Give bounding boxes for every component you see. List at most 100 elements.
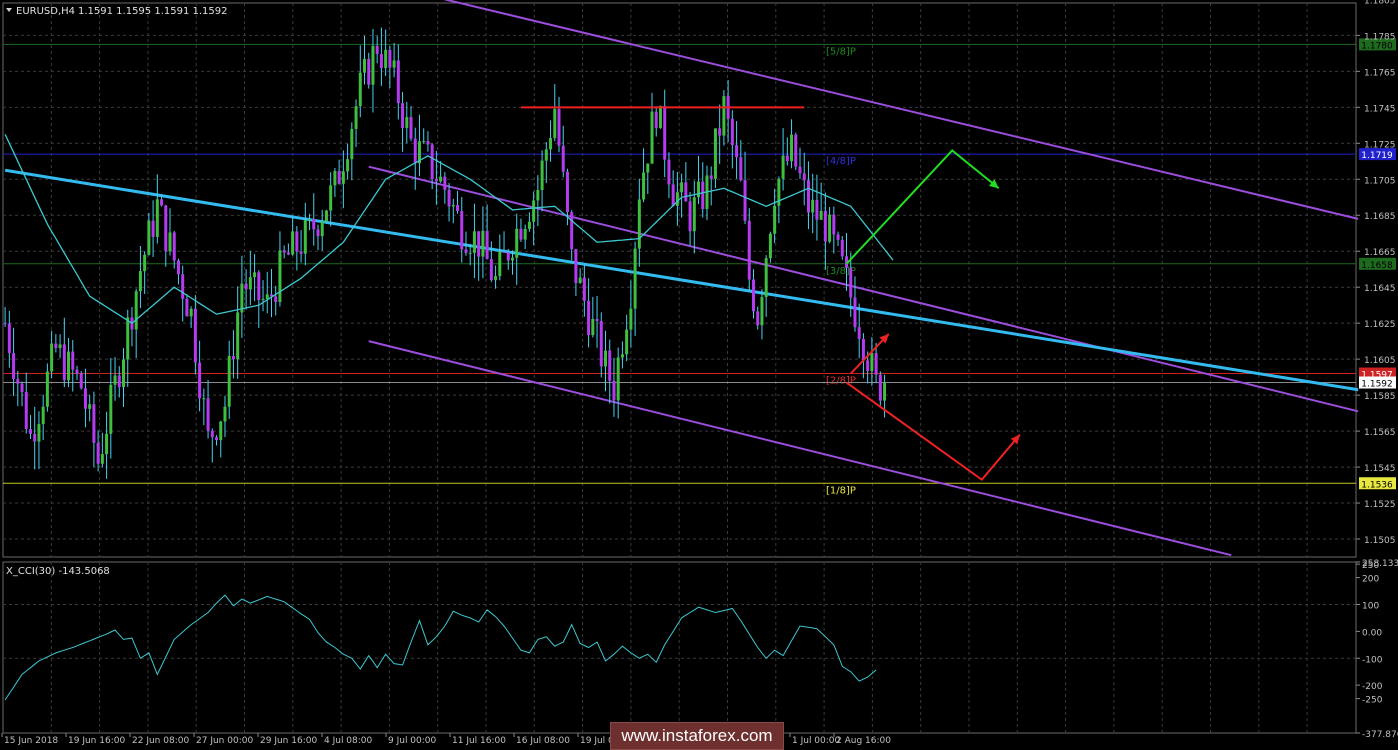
candle-bear — [595, 318, 599, 322]
candle-bull — [544, 149, 548, 161]
chart-header[interactable]: EURUSD,H4 1.1591 1.1595 1.1591 1.1592 — [6, 6, 228, 17]
level-label: [4/8]P — [826, 156, 856, 167]
candle-bull — [781, 155, 785, 179]
candle-bear — [802, 173, 806, 181]
price-tick-label: 1.1785 — [1364, 32, 1396, 42]
candle-bear — [874, 353, 878, 375]
candle-bull — [67, 351, 71, 381]
candle-bull — [384, 49, 388, 69]
candle-bull — [468, 252, 472, 254]
candle-bear — [282, 250, 286, 253]
candle-bull — [625, 329, 629, 355]
level-label: [1/8]P — [826, 485, 856, 496]
candle-bull — [155, 199, 159, 237]
candle-bull — [523, 228, 527, 240]
candle-bear — [849, 267, 853, 298]
candle-bear — [316, 229, 320, 237]
candle-bear — [24, 391, 28, 430]
candle-bear — [756, 311, 760, 326]
price-tick-label: 1.1645 — [1364, 284, 1396, 294]
candle-bull — [540, 160, 544, 190]
price-tick-label: 1.1705 — [1364, 176, 1396, 186]
candle-bear — [718, 128, 722, 136]
candle-bull — [50, 343, 54, 372]
candle-bull — [527, 221, 531, 229]
candle-bear — [75, 369, 79, 374]
candle-bear — [33, 433, 37, 442]
candle-bear — [181, 274, 185, 299]
candle-bull — [451, 205, 455, 207]
candle-bear — [176, 260, 180, 275]
candle-bear — [654, 111, 658, 129]
candle-bear — [274, 296, 278, 303]
price-tick-label: 1.1685 — [1364, 212, 1396, 222]
candle-bear — [608, 350, 612, 381]
candle-bull — [481, 230, 485, 257]
candle-bull — [134, 291, 138, 330]
candle-bull — [278, 250, 282, 303]
candle-bull — [147, 220, 151, 255]
candle-bull — [620, 354, 624, 358]
candle-bull — [168, 232, 172, 252]
candle-bear — [832, 214, 836, 235]
candle-bear — [164, 205, 168, 252]
cci-tick-label: 0.00 — [1362, 628, 1382, 638]
candle-bear — [443, 176, 447, 190]
candle-bear — [735, 145, 739, 158]
candle-bull — [549, 138, 553, 150]
candle-bear — [747, 220, 751, 280]
candle-bear — [823, 210, 827, 242]
candle-bull — [265, 294, 269, 299]
candle-bear — [96, 442, 100, 464]
candle-bear — [413, 138, 417, 164]
candle-bear — [3, 323, 7, 325]
candle-bull — [633, 248, 637, 309]
candle-bear — [83, 388, 87, 409]
candle-bear — [460, 210, 464, 250]
candle-bull — [143, 254, 147, 272]
candle-bull — [764, 258, 768, 298]
candle-bull — [202, 398, 206, 400]
candle-bull — [354, 106, 358, 130]
candle-bull — [363, 58, 367, 73]
candle-bear — [210, 430, 214, 438]
candle-bear — [434, 179, 438, 182]
candle-bear — [396, 60, 400, 104]
candle-bear — [92, 404, 96, 443]
candle-bear — [840, 239, 844, 257]
candle-bear — [582, 277, 586, 301]
candle-bear — [367, 58, 371, 85]
candle-bear — [79, 373, 83, 389]
chart-canvas: [5/8]P 1.1780[4/8]P 1.1719[3/8]P 1.1658[2/8… — [0, 0, 1398, 750]
candle-bull — [883, 382, 887, 401]
time-tick-label: 19 Jun 16:00 — [68, 736, 125, 746]
candle-bear — [506, 252, 510, 261]
candle-bear — [172, 232, 176, 261]
candle-bear — [71, 351, 75, 370]
candle-bull — [41, 406, 45, 425]
candle-bull — [329, 185, 333, 211]
cci-tick-label: 250 — [1362, 561, 1379, 571]
candle-bear — [206, 398, 210, 431]
candle-bear — [485, 230, 489, 259]
candle-bear — [688, 201, 692, 232]
candle-bull — [629, 308, 633, 330]
price-tick-label: 1.1585 — [1364, 392, 1396, 402]
candle-bear — [857, 327, 861, 339]
candle-bear — [295, 231, 299, 252]
candle-bear — [477, 231, 481, 257]
candle-bull — [422, 141, 426, 143]
candle-bear — [54, 343, 58, 349]
candle-bull — [472, 231, 476, 253]
time-tick-label: 11 Jul 16:00 — [452, 736, 506, 746]
candle-bear — [853, 297, 857, 328]
cci-tick-label: -200 — [1362, 682, 1383, 692]
candle-bear — [401, 103, 405, 129]
candle-bear — [561, 145, 565, 172]
candle-bull — [248, 277, 252, 290]
candle-bear — [709, 175, 713, 179]
candle-bull — [126, 317, 130, 360]
time-tick-label: 22 Jun 08:00 — [132, 736, 189, 746]
level-tag-label: 1.1658 — [1361, 261, 1393, 271]
candle-bear — [12, 353, 16, 380]
